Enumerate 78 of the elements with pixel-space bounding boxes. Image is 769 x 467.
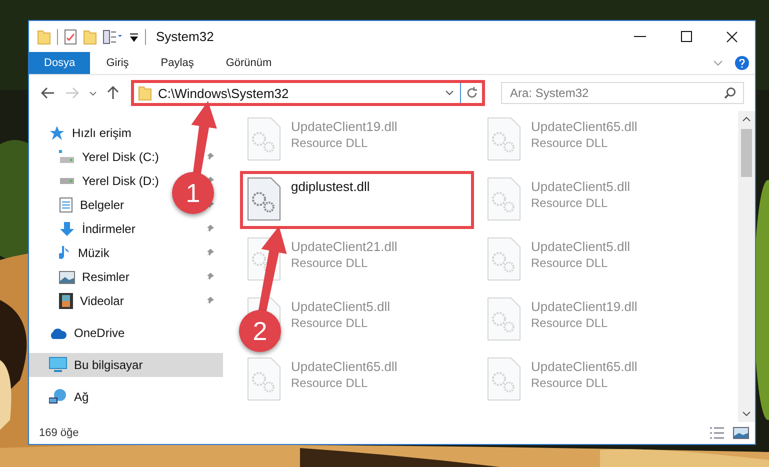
pin-icon [205, 224, 215, 234]
properties-icon [64, 28, 77, 44]
view-options-icon [103, 30, 123, 44]
file-gear-icon [247, 177, 281, 221]
chevron-down-icon[interactable] [445, 90, 454, 96]
drive-icon [59, 150, 75, 164]
address-bar[interactable]: C:\Windows\System32 [131, 80, 485, 106]
drive-icon [59, 177, 75, 185]
large-icons-view-icon[interactable] [733, 427, 749, 439]
sidebar-item[interactable]: Bu bilgisayar [29, 353, 223, 377]
scrollbar[interactable] [738, 111, 755, 422]
folder-icon [138, 85, 152, 101]
sidebar-item[interactable]: Hızlı erişim [29, 121, 223, 145]
star-icon [49, 125, 65, 141]
file-gear-icon [487, 117, 521, 161]
file-item[interactable]: gdiplustest.dll [240, 171, 474, 229]
sidebar-item[interactable]: İndirmeler [29, 217, 223, 241]
up-button[interactable] [105, 84, 121, 102]
minimize-icon [634, 36, 646, 38]
file-type: Resource DLL [291, 316, 369, 330]
document-icon [59, 197, 73, 213]
file-gear-icon [487, 357, 521, 401]
file-type: Resource DLL [291, 376, 369, 390]
refresh-icon [466, 87, 478, 99]
address-path: C:\Windows\System32 [158, 86, 290, 100]
file-type: Resource DLL [291, 136, 369, 150]
picture-icon [59, 270, 75, 284]
maximize-icon [680, 31, 692, 42]
scroll-up-icon[interactable] [742, 116, 751, 122]
question-mark-icon [739, 58, 745, 68]
file-type: Resource DLL [531, 136, 609, 150]
folder-icon [83, 28, 97, 44]
sidebar-item[interactable]: Müzik [29, 241, 223, 265]
recent-locations-button[interactable] [87, 88, 99, 98]
network-globe-icon [49, 389, 67, 405]
cloud-icon [49, 328, 67, 338]
dropdown-icon [129, 32, 139, 42]
pin-icon [205, 296, 215, 306]
file-gear-icon [487, 177, 521, 221]
sidebar-item[interactable]: OneDrive [29, 321, 223, 345]
ribbon-tab[interactable]: Görünüm [210, 52, 288, 74]
file-gear-icon [247, 117, 281, 161]
search-icon[interactable] [724, 87, 736, 99]
details-view-icon[interactable] [709, 427, 725, 439]
sidebar-item[interactable]: Resimler [29, 265, 223, 289]
file-type: Resource DLL [531, 256, 609, 270]
sidebar-item[interactable]: Yerel Disk (C:) [29, 145, 223, 169]
file-type: Resource DLL [291, 256, 369, 270]
film-icon [59, 293, 73, 309]
music-note-icon [59, 245, 71, 261]
ribbon-tab[interactable]: Paylaş [144, 52, 210, 74]
file-gear-icon [247, 357, 281, 401]
monitor-icon [49, 357, 67, 373]
help-button[interactable] [735, 56, 749, 70]
item-count: 169 öğe [39, 427, 79, 439]
scroll-down-icon[interactable] [742, 411, 751, 417]
sidebar-item[interactable]: Ağ [29, 385, 223, 409]
folder-icon [37, 28, 51, 44]
file-type: Resource DLL [531, 316, 609, 330]
download-icon [59, 221, 75, 237]
scrollbar-thumb[interactable] [741, 129, 752, 177]
pin-icon [205, 152, 215, 162]
file-type: Resource DLL [531, 376, 609, 390]
file-menu-tab[interactable]: Dosya [29, 52, 90, 74]
pin-icon [205, 248, 215, 258]
close-icon [726, 30, 738, 42]
file-gear-icon [487, 237, 521, 281]
file-type: Resource DLL [531, 196, 609, 210]
pin-icon [205, 272, 215, 282]
file-gear-icon [487, 297, 521, 341]
window-title: System32 [156, 29, 214, 44]
search-field[interactable]: Ara: System32 [501, 82, 744, 104]
file-name[interactable]: gdiplustest.dll [291, 179, 370, 194]
sidebar-item[interactable]: Videolar [29, 289, 223, 313]
step-number-badge: 1 [172, 172, 214, 214]
step-number-badge: 2 [239, 310, 281, 352]
back-button[interactable] [39, 85, 57, 101]
ribbon-tab[interactable]: Giriş [90, 52, 145, 74]
